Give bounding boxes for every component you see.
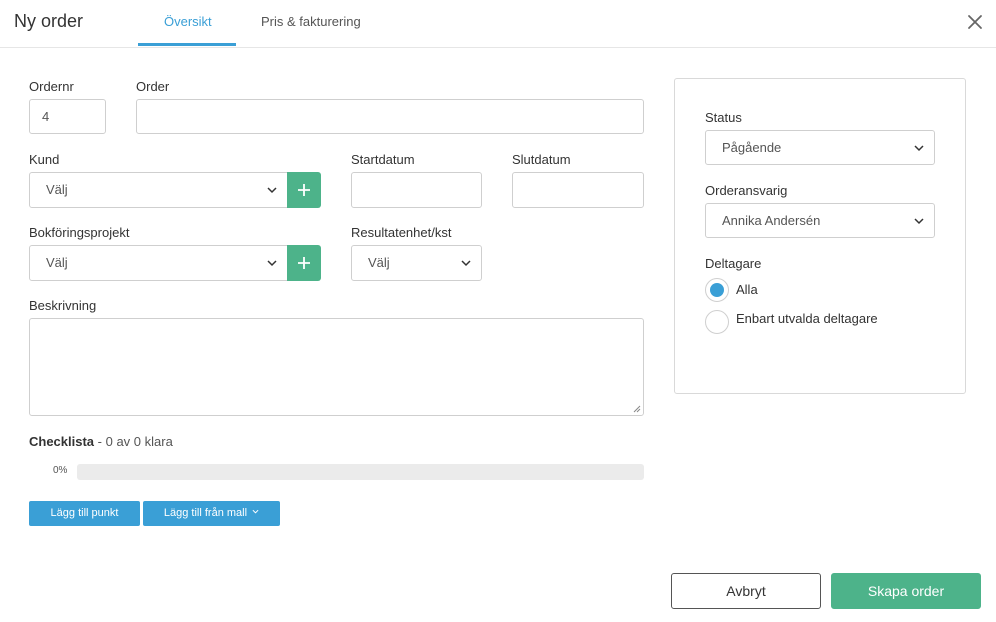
slutdatum-label: Slutdatum [512,152,571,167]
ordernr-label: Ordernr [29,79,74,94]
cancel-button[interactable]: Avbryt [671,573,821,609]
add-from-template-button[interactable]: Lägg till från mall [143,501,280,526]
resize-handle-icon[interactable] [633,405,641,413]
add-from-template-label: Lägg till från mall [163,507,248,519]
tab-oversikt[interactable]: Översikt [164,14,212,29]
chevron-down-icon [267,187,277,194]
chevron-down-icon [914,145,924,152]
resultatenhet-select-value: Välj [368,255,390,270]
plus-icon [298,184,310,196]
ordernr-input[interactable]: 4 [29,99,106,134]
kund-select[interactable]: Välj [29,172,288,208]
beskrivning-label: Beskrivning [29,298,97,313]
radio-alla-label[interactable]: Alla [736,282,758,297]
radio-enbart-utvalda[interactable] [705,310,729,334]
slutdatum-input[interactable] [512,172,644,208]
kund-select-value: Välj [46,182,68,197]
radio-enbart-utvalda-label[interactable]: Enbart utvalda deltagare [736,311,878,326]
order-input[interactable] [136,99,644,134]
plus-icon [298,257,310,269]
add-item-button[interactable]: Lägg till punkt [29,501,140,526]
order-label: Order [136,79,170,94]
checklist-percent: 0% [53,465,68,476]
chevron-down-icon [461,260,471,267]
startdatum-input[interactable] [351,172,482,208]
status-select-value: Pågående [722,140,782,155]
checklist-heading: Checklista [29,434,95,449]
bokforingsprojekt-select-value: Välj [46,255,68,270]
resultatenhet-select[interactable]: Välj [351,245,482,281]
orderansvarig-select-value: Annika Andersén [722,213,821,228]
resultatenhet-label: Resultatenhet/kst [351,225,452,240]
modal-title: Ny order [14,11,84,31]
checklist-progress-bar [77,464,644,480]
orderansvarig-select[interactable]: Annika Andersén [705,203,935,238]
status-label: Status [705,110,742,125]
status-select[interactable]: Pågående [705,130,935,165]
radio-alla[interactable] [705,278,729,302]
tab-pris-fakturering[interactable]: Pris & fakturering [261,14,361,29]
chevron-down-icon [914,218,924,225]
beskrivning-textarea[interactable] [29,318,644,416]
checklist-summary: - 0 av 0 klara [94,434,173,449]
chevron-down-icon [267,260,277,267]
bokforingsprojekt-select[interactable]: Välj [29,245,288,281]
chevron-down-icon [252,509,259,514]
bokforingsprojekt-label: Bokföringsprojekt [29,225,130,240]
create-order-button[interactable]: Skapa order [831,573,981,609]
add-kund-button[interactable] [287,172,321,208]
checklist-title: Checklista - 0 av 0 klara [29,434,173,449]
add-bokforingsprojekt-button[interactable] [287,245,321,281]
startdatum-label: Startdatum [351,152,415,167]
orderansvarig-label: Orderansvarig [705,183,788,198]
kund-label: Kund [29,152,60,167]
close-icon[interactable] [965,12,985,32]
modal-header: Ny order Översikt Pris & fakturering [0,0,996,48]
deltagare-label: Deltagare [705,256,762,271]
active-tab-indicator [138,43,236,46]
